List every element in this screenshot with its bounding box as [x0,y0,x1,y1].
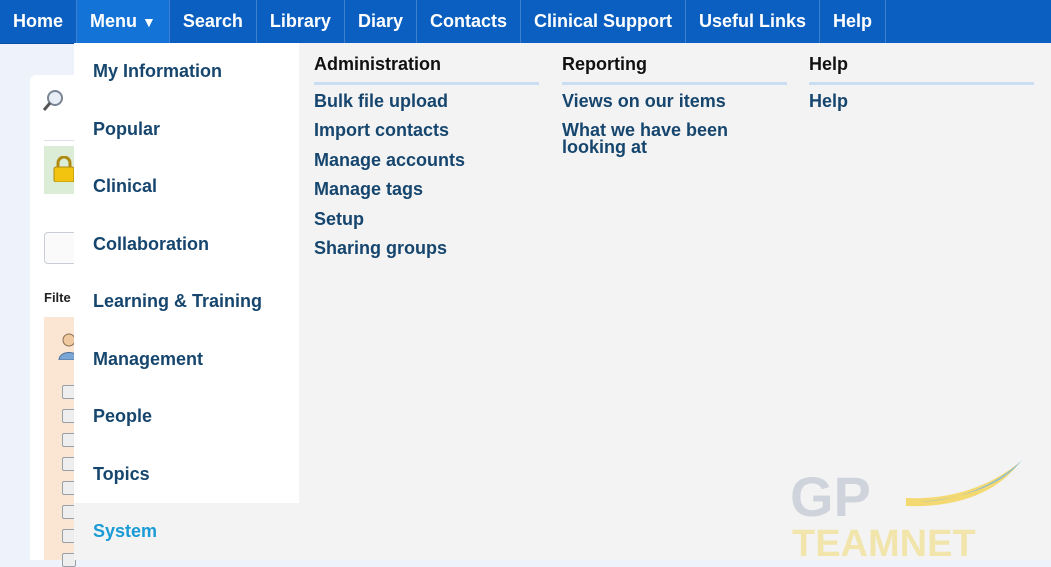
nav-clinical-support-label: Clinical Support [534,11,673,31]
link-what-we-have-been-looking-at[interactable]: What we have been looking at [562,121,752,156]
column-heading-help: Help [809,54,1034,85]
link-sharing-groups[interactable]: Sharing groups [314,239,447,257]
nav-help[interactable]: Help [820,0,887,43]
link-help[interactable]: Help [809,92,848,110]
magnifier-icon [42,90,63,111]
nav-library[interactable]: Library [257,0,345,43]
link-manage-tags[interactable]: Manage tags [314,180,423,198]
link-import-contacts[interactable]: Import contacts [314,121,449,139]
menu-category-list [74,43,299,503]
nav-diary-label: Diary [357,11,403,31]
top-navigation-bar: Home Menu ▼ Search Library Diary Contacts… [0,0,1051,44]
menu-category-popular[interactable]: Popular [93,119,160,140]
caret-down-icon: ▼ [142,13,156,30]
nav-menu[interactable]: Menu ▼ [77,0,170,43]
link-bulk-file-upload[interactable]: Bulk file upload [314,92,448,110]
nav-useful-links-label: Useful Links [699,11,807,31]
nav-help-label: Help [833,11,873,31]
logo-gp-text: GP [790,465,871,528]
filter-label: Filte [44,290,71,305]
menu-category-learning-training[interactable]: Learning & Training [93,291,262,312]
link-setup[interactable]: Setup [314,210,364,228]
menu-category-people[interactable]: People [93,406,152,427]
menu-category-my-information[interactable]: My Information [93,61,222,82]
menu-category-system[interactable]: System [93,521,157,542]
nav-useful-links[interactable]: Useful Links [686,0,821,43]
column-heading-administration: Administration [314,54,539,85]
nav-search[interactable]: Search [170,0,257,43]
menu-category-topics[interactable]: Topics [93,464,150,485]
logo-teamnet-text: TEAMNET [792,523,976,560]
nav-search-label: Search [182,11,243,31]
menu-category-collaboration[interactable]: Collaboration [93,234,209,255]
link-manage-accounts[interactable]: Manage accounts [314,151,465,169]
nav-library-label: Library [269,11,331,31]
nav-contacts[interactable]: Contacts [417,0,521,43]
gp-teamnet-logo: GP TEAMNET [790,460,1022,560]
nav-contacts-label: Contacts [429,11,507,31]
nav-menu-label: Menu [90,11,138,31]
nav-home[interactable]: Home [0,0,78,43]
nav-home-label: Home [13,11,64,31]
column-heading-reporting: Reporting [562,54,787,85]
nav-clinical-support[interactable]: Clinical Support [521,0,687,43]
menu-category-clinical[interactable]: Clinical [93,176,157,197]
link-views-on-our-items[interactable]: Views on our items [562,92,726,110]
lock-icon [53,156,75,182]
nav-diary[interactable]: Diary [345,0,417,43]
menu-category-management[interactable]: Management [93,349,203,370]
